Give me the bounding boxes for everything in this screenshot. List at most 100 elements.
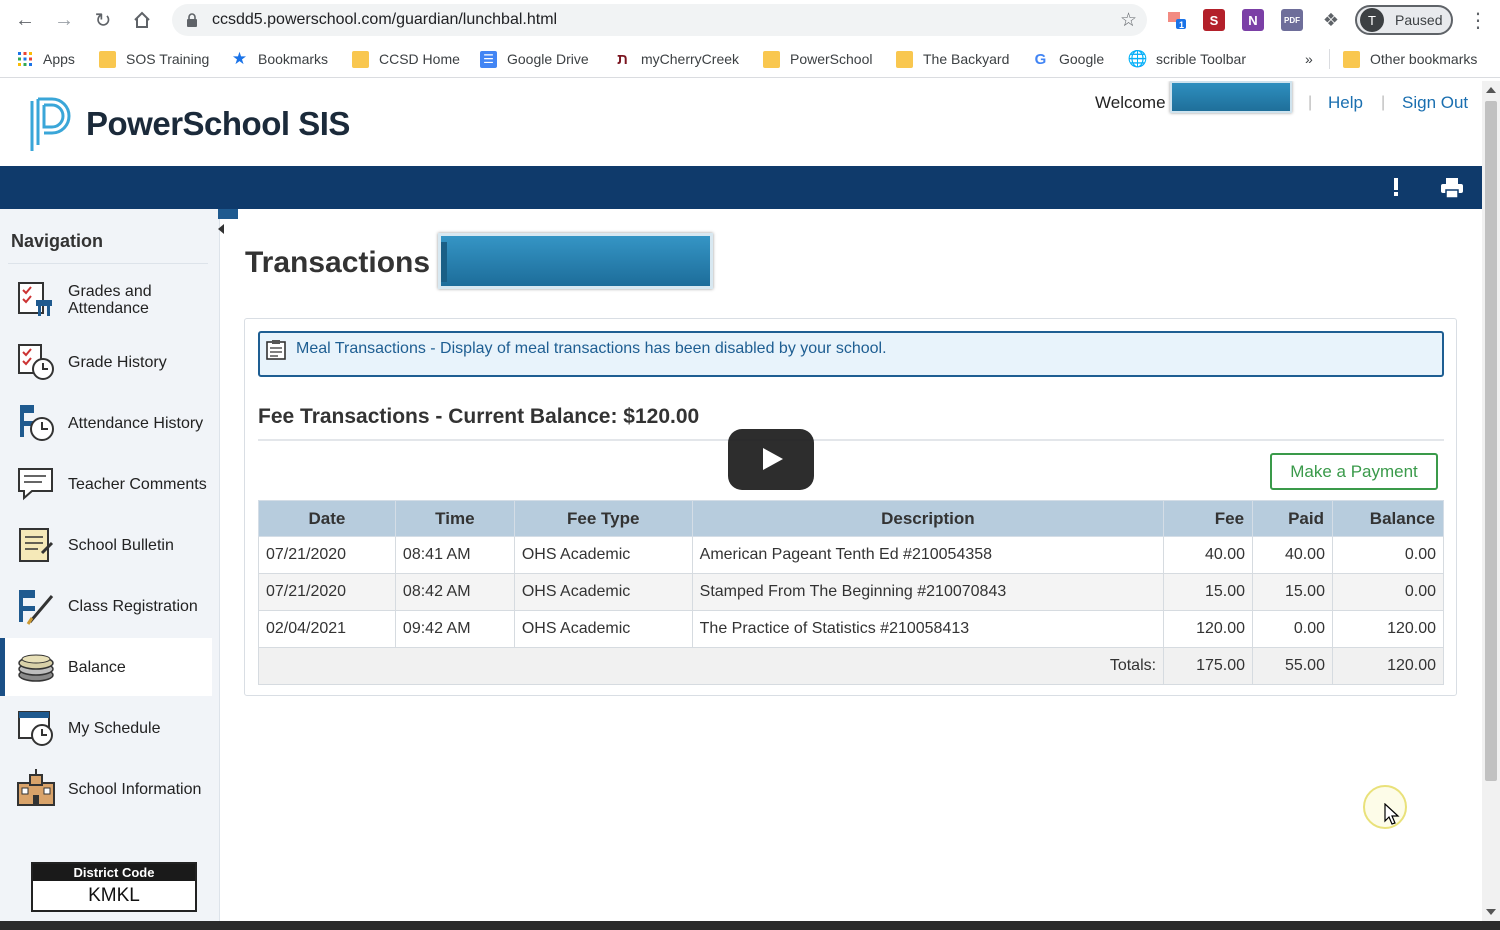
bookmark-ccsd-home[interactable]: CCSD Home xyxy=(352,49,460,69)
translate-extension-icon[interactable]: 1 xyxy=(1166,9,1188,31)
bookmark-label: Google Drive xyxy=(507,51,589,67)
column-header-time[interactable]: Time xyxy=(394,500,515,537)
scroll-down-icon[interactable] xyxy=(1486,909,1496,915)
sidebar-item-balance[interactable]: Balance xyxy=(0,638,212,696)
table-row: 02/04/2021 09:42 AM OHS Academic The Pra… xyxy=(258,610,1445,648)
scroll-thumb[interactable] xyxy=(1485,101,1497,781)
bookmark-scrible-toolbar[interactable]: 🌐 scrible Toolbar xyxy=(1127,49,1246,69)
forward-icon[interactable]: → xyxy=(51,7,77,33)
help-link[interactable]: Help xyxy=(1328,93,1363,113)
cell-time: 08:41 AM xyxy=(394,536,515,574)
cell-description: Stamped From The Beginning #210070843 xyxy=(691,573,1165,611)
make-payment-button[interactable]: Make a Payment xyxy=(1270,453,1438,490)
other-bookmarks[interactable]: Other bookmarks xyxy=(1343,49,1477,69)
bookmark-apps[interactable]: Apps xyxy=(16,49,75,69)
bookmark-the-backyard[interactable]: The Backyard xyxy=(896,49,1009,69)
video-play-button[interactable] xyxy=(728,429,814,490)
cell-balance: 0.00 xyxy=(1331,536,1445,574)
bookmark-google-drive[interactable]: ☰ Google Drive xyxy=(480,49,589,69)
bookmark-star-icon[interactable]: ☆ xyxy=(1120,9,1137,32)
district-code-box: District Code KMKL xyxy=(31,862,197,912)
powerschool-logo-icon[interactable] xyxy=(28,95,74,158)
top-nav-bar xyxy=(0,166,1482,209)
profile-status: Paused xyxy=(1395,12,1443,28)
bookmarks-bar: Apps SOS Training ★ Bookmarks CCSD Home ☰… xyxy=(0,40,1500,78)
cell-paid: 0.00 xyxy=(1252,610,1333,648)
welcome-label: Welcome xyxy=(1095,93,1166,112)
header-separator: | xyxy=(1308,94,1313,111)
bookmark-mycherrycreek[interactable]: ת myCherryCreek xyxy=(614,49,739,69)
sidebar-item-attendance-history[interactable]: Attendance History xyxy=(0,394,212,452)
page-scrollbar[interactable] xyxy=(1482,81,1500,921)
onenote-extension-icon[interactable]: N xyxy=(1242,9,1264,31)
s-extension-icon[interactable]: S xyxy=(1203,9,1225,31)
column-header-paid[interactable]: Paid xyxy=(1252,500,1333,537)
bookmark-bookmarks[interactable]: ★ Bookmarks xyxy=(231,49,328,69)
sign-out-link[interactable]: Sign Out xyxy=(1402,93,1468,113)
bookmark-label: myCherryCreek xyxy=(641,51,740,67)
cell-balance: 120.00 xyxy=(1331,610,1445,648)
sidebar-item-grades-attendance[interactable]: Grades and Attendance xyxy=(0,271,212,329)
attendance-history-icon xyxy=(16,403,56,443)
scroll-up-icon[interactable] xyxy=(1486,87,1496,93)
sidebar-item-my-schedule[interactable]: My Schedule xyxy=(0,699,212,757)
sidebar-item-grade-history[interactable]: Grade History xyxy=(0,333,212,391)
print-icon[interactable] xyxy=(1440,178,1464,203)
totals-row: Totals: 175.00 55.00 120.00 xyxy=(257,647,1445,685)
home-icon[interactable] xyxy=(129,7,155,33)
cell-time: 08:42 AM xyxy=(394,573,515,611)
column-header-date[interactable]: Date xyxy=(258,500,396,537)
sidebar-item-school-bulletin[interactable]: School Bulletin xyxy=(0,516,212,574)
extensions-puzzle-icon[interactable]: ❖ xyxy=(1320,9,1342,31)
profile-button[interactable]: T Paused xyxy=(1355,5,1453,35)
bookmark-label: Other bookmarks xyxy=(1370,51,1478,67)
comments-icon xyxy=(16,464,56,504)
collapse-sidebar-icon[interactable] xyxy=(218,224,224,234)
back-icon[interactable]: ← xyxy=(12,7,38,33)
folder-icon xyxy=(896,50,913,68)
docs-icon: ☰ xyxy=(480,50,497,68)
browser-menu-icon[interactable]: ⋮ xyxy=(1468,8,1488,33)
sidebar-item-label: Grade History xyxy=(68,353,167,371)
totals-label: Totals: xyxy=(257,647,1165,685)
bookmark-sos-training[interactable]: SOS Training xyxy=(99,49,209,69)
collapse-tab[interactable] xyxy=(218,209,238,219)
column-header-fee[interactable]: Fee xyxy=(1163,500,1254,537)
grade-history-icon xyxy=(16,342,56,382)
bookmarks-divider xyxy=(1329,49,1330,69)
meal-notice: Meal Transactions - Display of meal tran… xyxy=(258,331,1444,377)
reload-icon[interactable]: ↻ xyxy=(90,7,116,33)
cell-fee: 120.00 xyxy=(1163,610,1254,648)
cell-paid: 15.00 xyxy=(1252,573,1333,611)
column-header-description[interactable]: Description xyxy=(691,500,1165,537)
bookmark-label: CCSD Home xyxy=(379,51,460,67)
fee-transactions-table: Date Time Fee Type Description Fee Paid … xyxy=(257,500,1445,685)
sidebar-item-class-registration[interactable]: Class Registration xyxy=(0,577,212,635)
sidebar-item-label: My Schedule xyxy=(68,719,161,737)
apps-grid-icon xyxy=(16,51,33,68)
table-row: 07/21/2020 08:41 AM OHS Academic America… xyxy=(258,536,1445,574)
bookmark-label: Bookmarks xyxy=(258,51,329,67)
pdf-extension-icon[interactable]: PDF xyxy=(1281,9,1303,31)
os-taskbar xyxy=(0,921,1500,930)
bookmarks-overflow-icon[interactable]: » xyxy=(1305,49,1313,69)
divider xyxy=(8,263,208,264)
mouse-cursor-icon xyxy=(1384,802,1400,832)
globe-icon: 🌐 xyxy=(1127,51,1148,68)
bookmark-label: Google xyxy=(1059,51,1105,67)
total-fee: 175.00 xyxy=(1163,647,1254,685)
bookmark-powerschool[interactable]: PowerSchool xyxy=(763,49,873,69)
column-header-balance[interactable]: Balance xyxy=(1331,500,1445,537)
bookmark-google[interactable]: G Google xyxy=(1032,49,1105,69)
column-header-fee-type[interactable]: Fee Type xyxy=(513,500,693,537)
bookmark-label: The Backyard xyxy=(923,51,1010,67)
page-viewport: PowerSchool SIS Welcome | Help | Sign Ou… xyxy=(0,81,1482,921)
cell-time: 09:42 AM xyxy=(394,610,515,648)
sidebar-item-school-information[interactable]: School Information xyxy=(0,760,212,818)
sidebar-item-teacher-comments[interactable]: Teacher Comments xyxy=(0,455,212,513)
meal-notice-text: Meal Transactions - Display of meal tran… xyxy=(296,340,887,357)
alert-icon[interactable] xyxy=(1393,178,1398,196)
district-code-value: KMKL xyxy=(88,885,140,906)
address-bar[interactable]: ccsdd5.powerschool.com/guardian/lunchbal… xyxy=(172,4,1147,36)
page-header: PowerSchool SIS Welcome | Help | Sign Ou… xyxy=(0,81,1482,166)
